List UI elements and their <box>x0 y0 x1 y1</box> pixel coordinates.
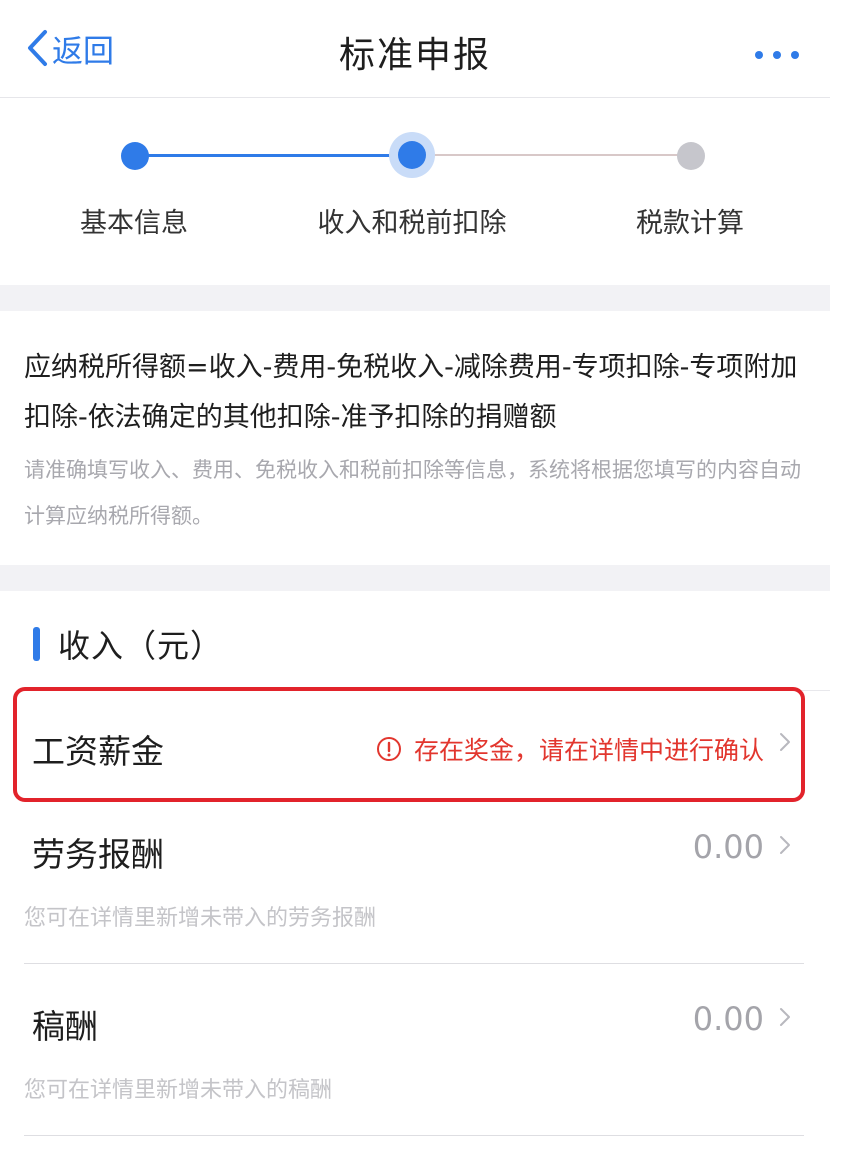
income-row-value: 0.00 <box>692 1000 764 1038</box>
nav-bar: 返回 标准申报 <box>0 0 830 98</box>
step-label-income-deductions: 收入和税前扣除 <box>317 208 507 239</box>
step-dot-basic-info <box>121 142 149 170</box>
section-gap <box>0 285 830 311</box>
income-row-labor-remuneration[interactable]: 劳务报酬 0.00 您可在详情里新增未带入的劳务报酬 <box>0 806 830 964</box>
income-row-label: 稿酬 <box>32 1007 98 1046</box>
formula-card: 应纳税所得额=收入-费用-免税收入-减除费用-专项扣除-专项附加扣除-依法确定的… <box>0 311 830 565</box>
step-label-tax-calculation: 税款计算 <box>636 208 744 239</box>
income-row-value: 0.00 <box>692 828 764 866</box>
income-section-title: 收入（元） <box>58 627 224 665</box>
formula-hint: 请准确填写收入、费用、免税收入和税前扣除等信息，系统将根据您填写的内容自动计算应… <box>24 458 801 528</box>
income-section-header: 收入（元） <box>0 591 830 691</box>
formula-text: 应纳税所得额=收入-费用-免税收入-减除费用-专项扣除-专项附加扣除-依法确定的… <box>24 352 798 433</box>
chevron-right-icon <box>780 836 790 854</box>
divider <box>24 1135 804 1136</box>
stepper-track-done <box>134 154 412 157</box>
income-row-hint: 您可在详情里新增未带入的稿酬 <box>24 1078 333 1103</box>
progress-stepper: 基本信息 收入和税前扣除 税款计算 <box>0 99 830 285</box>
step-dot-income-deductions <box>389 132 435 178</box>
stepper-track-pending <box>412 154 690 156</box>
page-title: 标准申报 <box>338 35 491 76</box>
section-gap <box>0 565 830 591</box>
income-row-royalty[interactable]: 稿酬 0.00 您可在详情里新增未带入的稿酬 <box>0 964 830 1136</box>
step-dot-tax-calculation <box>677 142 705 170</box>
chevron-right-icon <box>780 1008 790 1026</box>
step-label-basic-info: 基本信息 <box>80 208 188 239</box>
income-row-label: 劳务报酬 <box>32 835 164 874</box>
income-row-hint: 您可在详情里新增未带入的劳务报酬 <box>24 906 377 931</box>
section-accent-bar <box>33 627 40 661</box>
salary-highlight-box <box>13 687 805 802</box>
page: 返回 标准申报 基本信息 收入和税前扣除 税款计算 应纳税所得额=收入-费用-免… <box>0 0 844 1162</box>
more-dots-icon[interactable] <box>752 48 802 62</box>
